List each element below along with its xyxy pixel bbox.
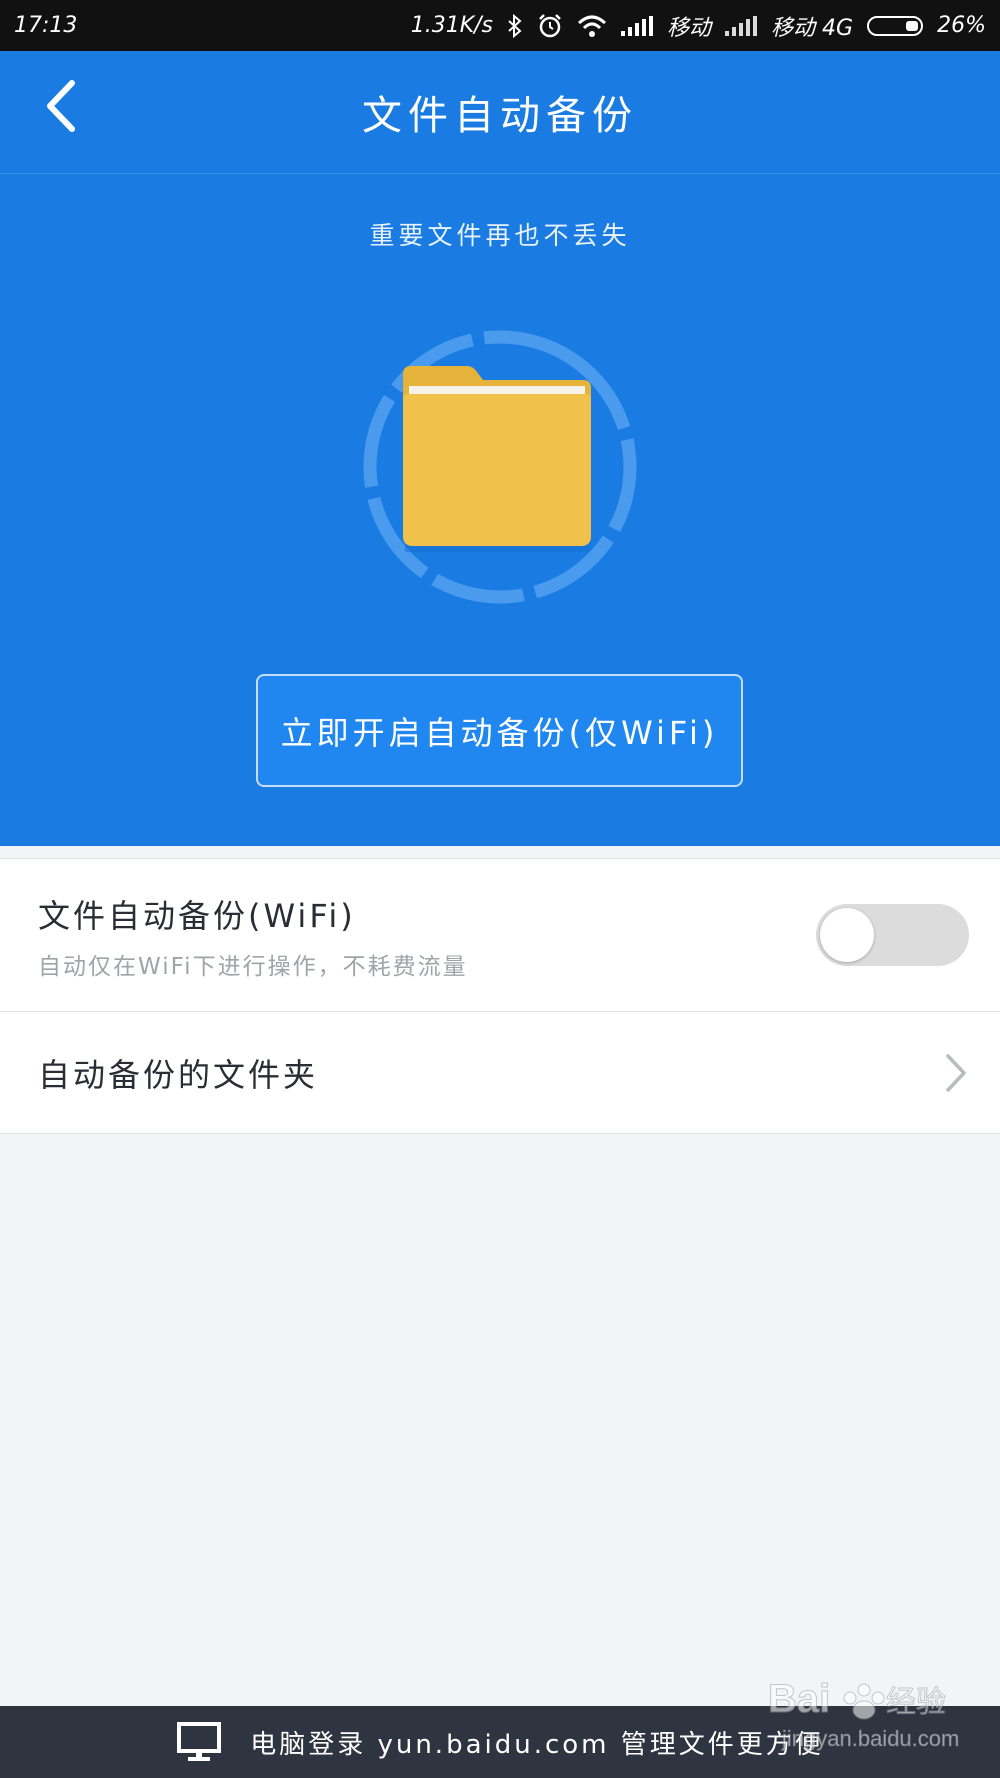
baidu-jingyan-watermark: Bai 经验 jingyan.baidu.com [760,1666,960,1770]
setting-wifi-description: 自动仅在WiFi下进行操作，不耗费流量 [38,954,468,980]
setting-wifi-backup: 文件自动备份(WiFi) 自动仅在WiFi下进行操作，不耗费流量 [0,859,1000,1012]
folder-illustration [355,322,645,612]
settings-list: 文件自动备份(WiFi) 自动仅在WiFi下进行操作，不耗费流量 自动备份的文件… [0,858,1000,1134]
svg-text:经验: 经验 [886,1685,946,1720]
wifi-icon [578,15,607,37]
status-right: 1.31K/s 移动 移动 4G 26% [411,10,986,42]
alarm-icon [539,13,561,37]
watermark-logo: Bai 经验 jingyan.baidu.com [768,1677,960,1752]
toggle-knob [820,908,874,962]
setting-backup-folders[interactable]: 自动备份的文件夹 [0,1012,1000,1134]
battery-icon [867,15,924,36]
bluetooth-icon [508,13,522,38]
hero-section: 重要文件再也不丢失 立即开启自动备份(仅WiFi) [0,174,1000,846]
carrier-2: 移动 4G [771,15,854,41]
svg-text:Bai: Bai [768,1677,830,1721]
signal-icon-2 [725,15,758,36]
app-header: 文件自动备份 [0,51,1000,174]
back-button[interactable] [30,76,90,136]
enable-backup-button[interactable]: 立即开启自动备份(仅WiFi) [256,674,743,787]
wifi-backup-toggle[interactable] [816,904,969,966]
setting-wifi-title: 文件自动备份(WiFi) [38,897,356,935]
chevron-right-icon [946,1054,966,1092]
page-title: 文件自动备份 [362,93,638,139]
chevron-left-icon [47,80,75,132]
monitor-icon [177,1722,222,1761]
setting-folders-title: 自动备份的文件夹 [38,1056,319,1094]
status-bar: 17:13 1.31K/s 移动 移动 4G 26% [0,0,1000,51]
folder-icon [363,330,637,604]
status-time: 17:13 [14,13,78,38]
svg-text:jingyan.baidu.com: jingyan.baidu.com [781,1726,959,1751]
hero-subtitle: 重要文件再也不丢失 [369,221,631,250]
signal-icon [621,15,654,36]
carrier-1: 移动 [667,15,712,41]
network-speed: 1.31K/s [410,13,494,38]
battery-percent: 26% [937,13,986,38]
pc-login-text: 电脑登录 yun.baidu.com 管理文件更方便 [250,1729,824,1760]
